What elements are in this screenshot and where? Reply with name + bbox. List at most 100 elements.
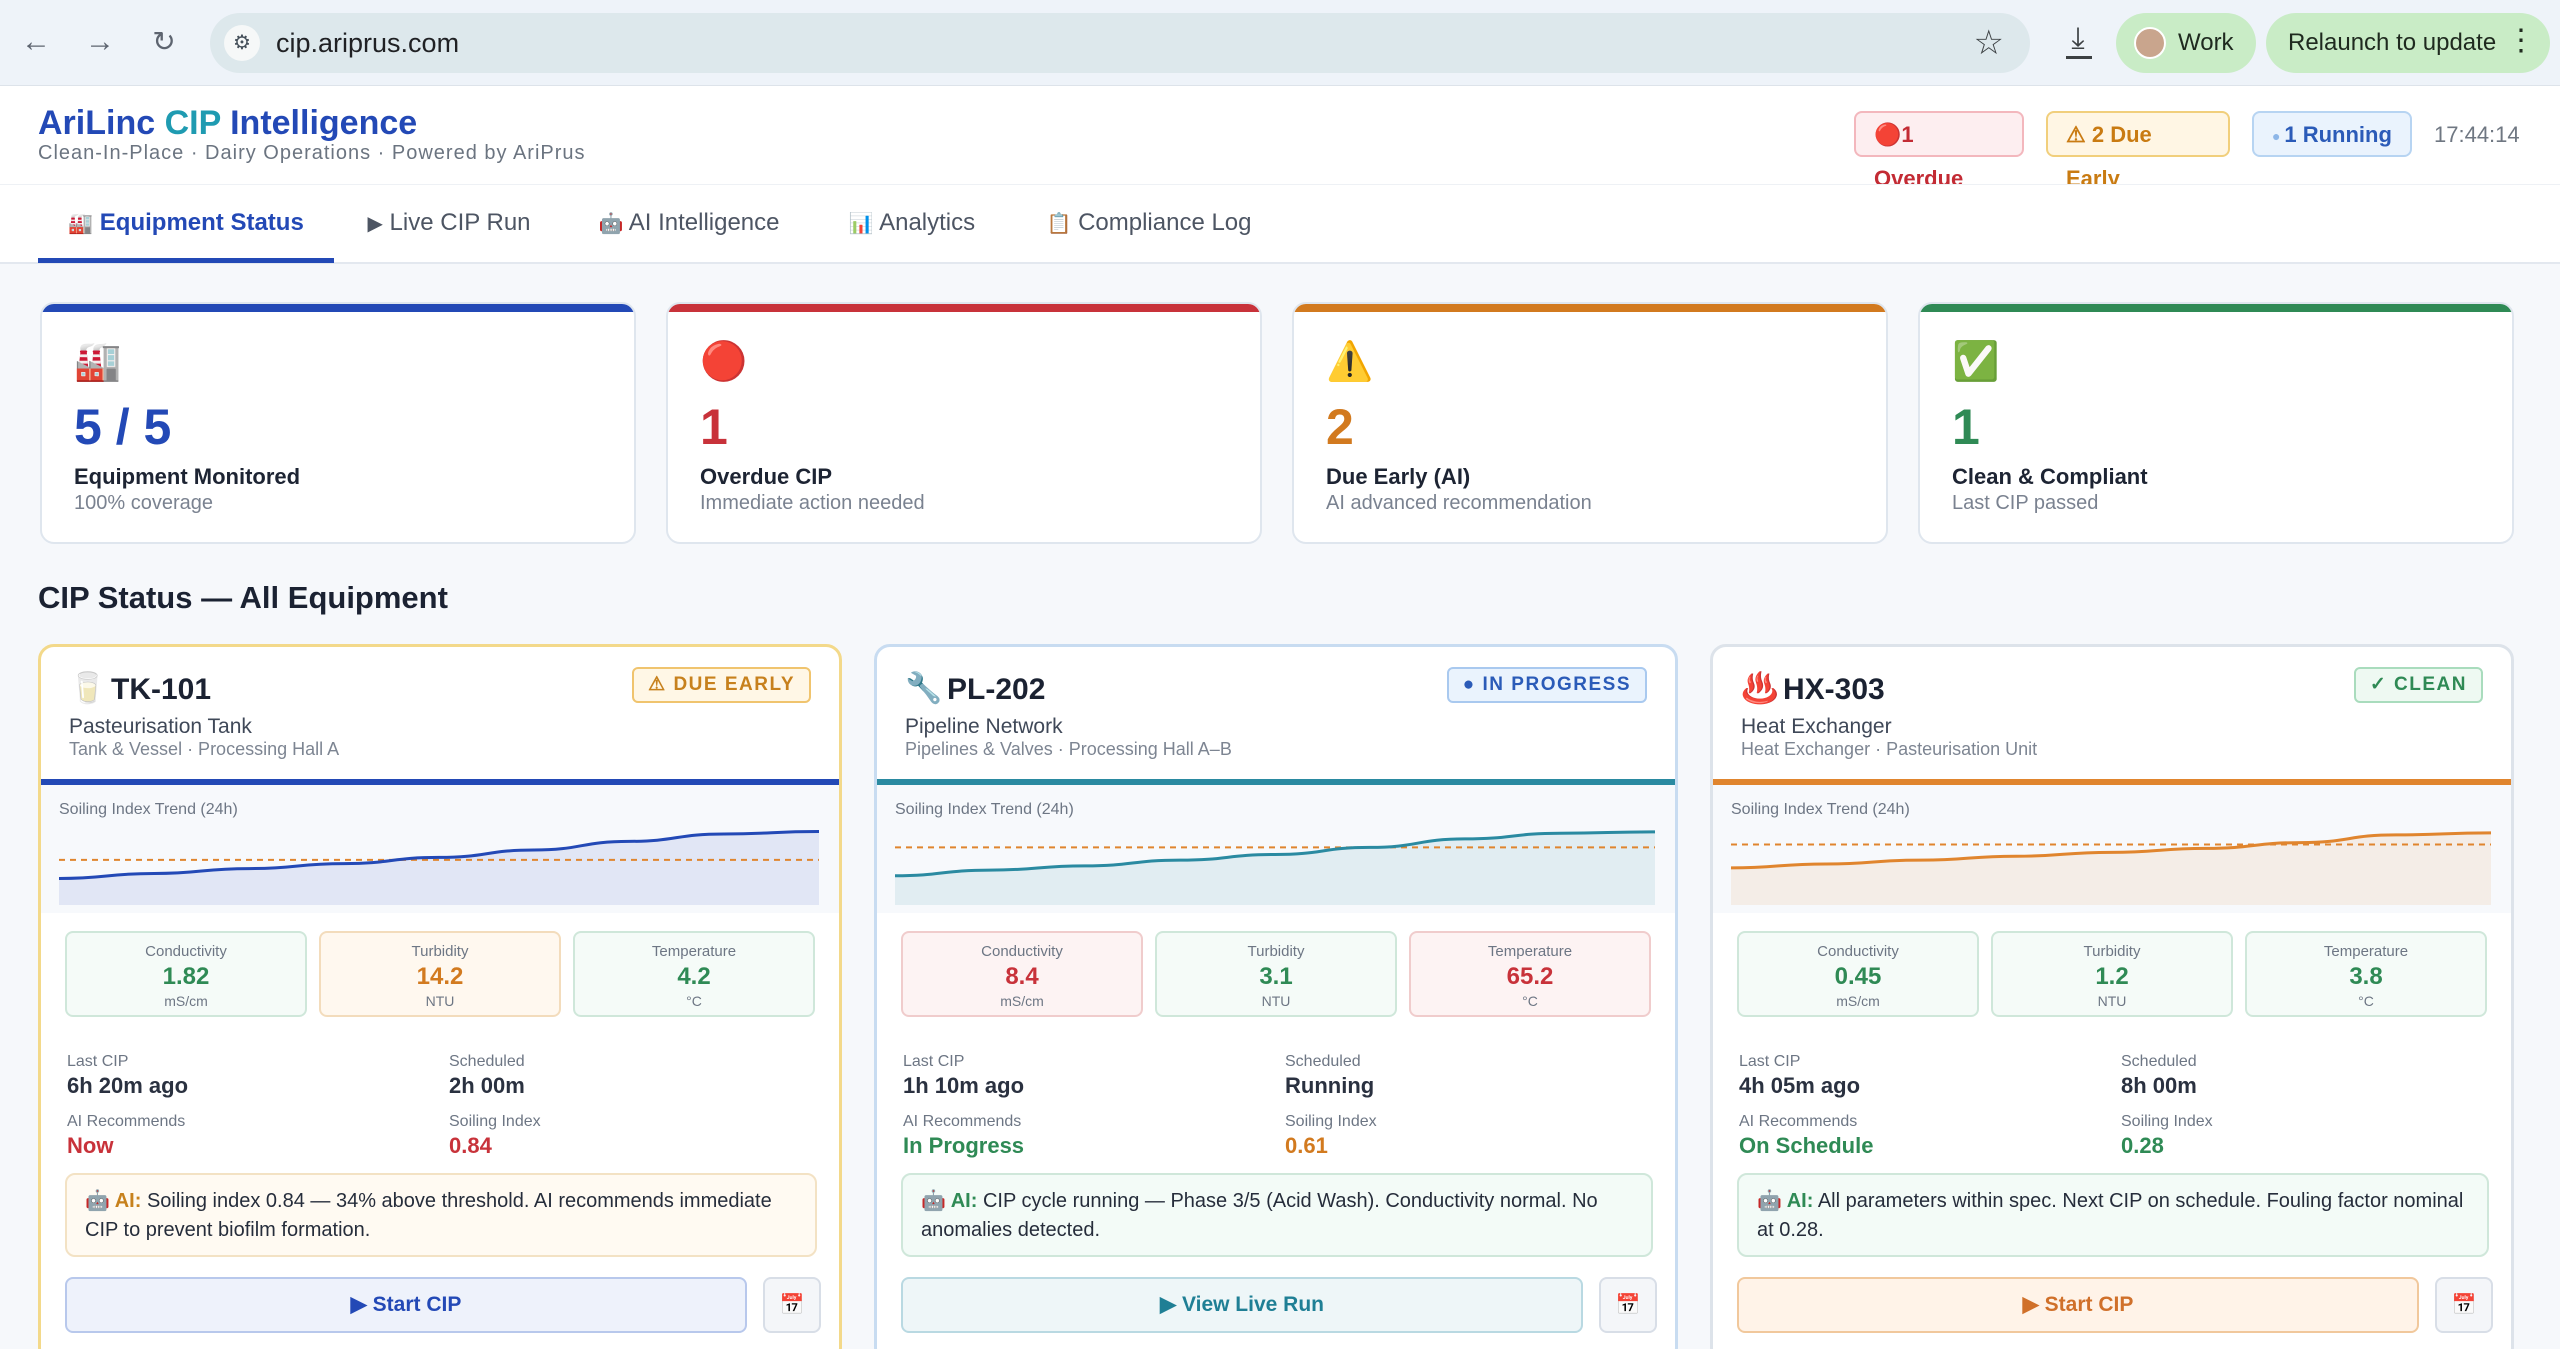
tab-label: AI Intelligence bbox=[628, 209, 780, 236]
tab-live-cip-run[interactable]: ▶ Live CIP Run bbox=[356, 185, 542, 263]
avatar bbox=[2134, 27, 2166, 59]
metric-turbidity: Turbidity 1.2 NTU bbox=[1991, 931, 2233, 1017]
url-text[interactable]: cip.ariprus.com bbox=[276, 28, 459, 59]
scheduled-label: Scheduled bbox=[1285, 1053, 1361, 1070]
ai-insight-text: Soiling index 0.84 — 34% above threshold… bbox=[85, 1190, 772, 1241]
summary-subtitle: AI advanced recommendation bbox=[1326, 492, 1592, 514]
dot-icon: ● bbox=[2272, 128, 2285, 145]
back-arrow-icon[interactable]: ← bbox=[16, 22, 56, 62]
reload-icon[interactable]: ↻ bbox=[144, 22, 184, 62]
profile-button[interactable]: Work bbox=[2116, 13, 2256, 73]
calendar-icon[interactable]: 📅 bbox=[1599, 1277, 1657, 1333]
relaunch-button[interactable]: Relaunch to update ⋮ bbox=[2266, 13, 2550, 73]
ai-insight-box: 🤖 AI: All parameters within spec. Next C… bbox=[1737, 1173, 2489, 1257]
browser-toolbar: ← → ↻ ⚙ cip.ariprus.com ☆ ⤓ Work Relaunc… bbox=[0, 0, 2560, 86]
site-settings-icon[interactable]: ⚙ bbox=[224, 25, 260, 61]
ai-recommends-label: AI Recommends bbox=[67, 1113, 186, 1130]
title-part-1: AriLinc bbox=[38, 104, 165, 142]
summary-value: 5 / 5 bbox=[74, 399, 172, 455]
warning-icon: ⚠️ bbox=[1326, 341, 1374, 383]
tab-equipment-status[interactable]: 🏭 Equipment Status bbox=[38, 185, 334, 263]
equipment-location: Pipelines & Valves · Processing Hall A–B bbox=[905, 739, 1232, 759]
tab-label: Compliance Log bbox=[1078, 209, 1252, 236]
equipment-card-tk-101[interactable]: 🥛 TK-101 Pasteurisation Tank Tank & Vess… bbox=[38, 644, 842, 1349]
scheduled-value: 2h 00m bbox=[449, 1073, 525, 1098]
start-cip-button[interactable]: ▶ Start CIP bbox=[65, 1277, 747, 1333]
equipment-card-hx-303[interactable]: ♨️ HX-303 Heat Exchanger Heat Exchanger … bbox=[1710, 644, 2514, 1349]
calendar-icon[interactable]: 📅 bbox=[2435, 1277, 2493, 1333]
tab-ai-intelligence[interactable]: 🤖 AI Intelligence bbox=[586, 185, 792, 263]
address-bar[interactable]: ⚙ cip.ariprus.com ☆ bbox=[210, 13, 2030, 73]
card-accent-bar bbox=[1920, 304, 2512, 312]
due-early-status-pill[interactable]: ⚠ 2 Due Early bbox=[2046, 111, 2230, 191]
last-cip-value: 4h 05m ago bbox=[1739, 1073, 1861, 1098]
metric-value: 14.2 bbox=[416, 963, 464, 990]
tab-label: Equipment Status bbox=[99, 209, 304, 236]
tab-bar: 🏭 Equipment Status ▶ Live CIP Run 🤖 AI I… bbox=[0, 184, 2560, 264]
summary-subtitle: Last CIP passed bbox=[1952, 492, 2099, 514]
summary-title: Equipment Monitored bbox=[74, 464, 301, 489]
equipment-location: Heat Exchanger · Pasteurisation Unit bbox=[1741, 739, 2038, 759]
metric-turbidity: Turbidity 14.2 NTU bbox=[319, 931, 561, 1017]
check-mark-icon: ✅ bbox=[1952, 341, 2000, 383]
metric-unit: mS/cm bbox=[1000, 993, 1044, 1009]
hot-springs-icon: ♨️ bbox=[1741, 672, 1779, 705]
trend-label: Soiling Index Trend (24h) bbox=[59, 801, 238, 818]
last-cip-label: Last CIP bbox=[1739, 1053, 1801, 1070]
factory-icon: 🏭 bbox=[74, 341, 122, 383]
start-cip-button[interactable]: ▶ Start CIP bbox=[1737, 1277, 2419, 1333]
summary-card-monitored: 🏭 5 / 5 Equipment Monitored 100% coverag… bbox=[40, 302, 636, 544]
last-cip-label: Last CIP bbox=[903, 1053, 965, 1070]
soiling-index-value: 0.28 bbox=[2121, 1133, 2164, 1158]
metric-value: 3.8 bbox=[2349, 963, 2383, 990]
ai-insight-text: All parameters within spec. Next CIP on … bbox=[1757, 1190, 2464, 1241]
soiling-trend-chart: Soiling Index Trend (24h) bbox=[877, 785, 1675, 913]
last-cip-label: Last CIP bbox=[67, 1053, 129, 1070]
metric-value: 1.82 bbox=[162, 963, 210, 990]
summary-title: Due Early (AI) bbox=[1326, 464, 1471, 489]
metric-temperature: Temperature 65.2 °C bbox=[1409, 931, 1651, 1017]
summary-value: 1 bbox=[1952, 399, 1980, 455]
robot-icon: 🤖 bbox=[598, 213, 624, 235]
trend-label: Soiling Index Trend (24h) bbox=[895, 801, 1074, 818]
calendar-icon[interactable]: 📅 bbox=[763, 1277, 821, 1333]
card-accent-bar bbox=[42, 304, 634, 312]
trend-sparkline bbox=[1731, 831, 2491, 905]
bookmark-star-icon[interactable]: ☆ bbox=[1974, 23, 2004, 63]
equipment-card-pl-202[interactable]: 🔧 PL-202 Pipeline Network Pipelines & Va… bbox=[874, 644, 1678, 1349]
overdue-status-pill[interactable]: 🔴1 Overdue bbox=[1854, 111, 2024, 191]
soiling-index-value: 0.61 bbox=[1285, 1133, 1328, 1158]
card-header: 🔧 PL-202 Pipeline Network Pipelines & Va… bbox=[877, 647, 1675, 783]
equipment-location: Tank & Vessel · Processing Hall A bbox=[69, 739, 340, 759]
equipment-name: PL-202 bbox=[947, 673, 1046, 706]
metric-unit: mS/cm bbox=[164, 993, 208, 1009]
download-icon[interactable]: ⤓ bbox=[2058, 22, 2098, 59]
metric-label: Conductivity bbox=[145, 943, 227, 960]
forward-arrow-icon[interactable]: → bbox=[80, 22, 120, 62]
trend-label: Soiling Index Trend (24h) bbox=[1731, 801, 1910, 818]
summary-card-due-early: ⚠️ 2 Due Early (AI) AI advanced recommen… bbox=[1292, 302, 1888, 544]
more-menu-icon[interactable]: ⋮ bbox=[2506, 23, 2536, 58]
metric-temperature: Temperature 4.2 °C bbox=[573, 931, 815, 1017]
tab-analytics[interactable]: 📊 Analytics bbox=[836, 185, 988, 263]
scheduled-label: Scheduled bbox=[2121, 1053, 2197, 1070]
soiling-index-value: 0.84 bbox=[449, 1133, 492, 1158]
summary-title: Overdue CIP bbox=[700, 464, 833, 489]
ai-insight-prefix: 🤖 AI: bbox=[1757, 1190, 1814, 1212]
view-live-run-button[interactable]: ▶ View Live Run bbox=[901, 1277, 1583, 1333]
soiling-index-label: Soiling Index bbox=[1285, 1113, 1377, 1130]
metric-label: Conductivity bbox=[1817, 943, 1899, 960]
ai-recommends-value: On Schedule bbox=[1739, 1133, 1874, 1158]
metric-label: Turbidity bbox=[411, 943, 469, 960]
ai-insight-text: CIP cycle running — Phase 3/5 (Acid Wash… bbox=[921, 1190, 1598, 1241]
ai-insight-prefix: 🤖 AI: bbox=[921, 1190, 978, 1212]
app-title: AriLinc CIP Intelligence bbox=[38, 104, 417, 143]
last-cip-value: 6h 20m ago bbox=[67, 1073, 189, 1098]
status-badge: ⚠ DUE EARLY bbox=[632, 667, 811, 703]
ai-insight-box: 🤖 AI: CIP cycle running — Phase 3/5 (Aci… bbox=[901, 1173, 1653, 1257]
tab-compliance-log[interactable]: 📋 Compliance Log bbox=[1036, 185, 1262, 263]
ai-insight-prefix: 🤖 AI: bbox=[85, 1190, 142, 1212]
red-circle-icon: 🔴 bbox=[700, 341, 748, 383]
running-status-pill[interactable]: ● 1 Running bbox=[2252, 111, 2412, 157]
ai-recommends-label: AI Recommends bbox=[903, 1113, 1022, 1130]
